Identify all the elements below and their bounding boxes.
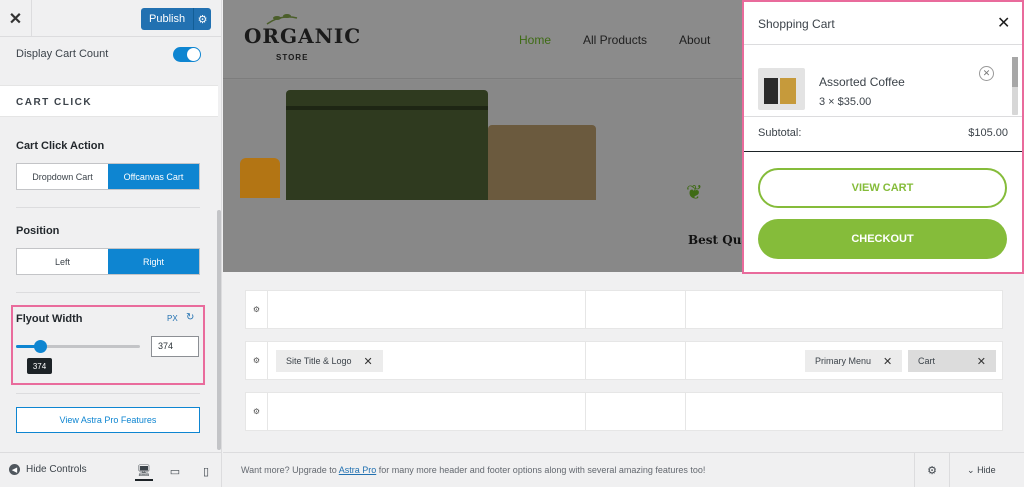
- builder-row-primary-header[interactable]: ⚙ Site Title & Logo ✕ Primary Menu ✕ Car…: [245, 341, 1003, 380]
- divider: [16, 393, 200, 394]
- column-divider: [685, 393, 686, 430]
- upsell-message: Want more? Upgrade to Astra Pro for many…: [241, 465, 705, 475]
- cart-scrollbar[interactable]: [1012, 57, 1018, 115]
- cart-chip[interactable]: Cart ✕: [908, 350, 996, 372]
- cart-click-action-label: Cart Click Action: [16, 140, 105, 152]
- product-bag-kraft-image: [488, 125, 596, 200]
- builder-settings-gear-icon[interactable]: ⚙: [914, 453, 950, 487]
- display-cart-count-label: Display Cart Count: [16, 48, 109, 60]
- panel-topbar: ✕ Publish ⚙: [0, 0, 221, 37]
- divider: [16, 292, 200, 293]
- customizer-panel: ✕ Publish ⚙ Display Cart Count CART CLIC…: [0, 0, 222, 452]
- cart-click-section-header: CART CLICK: [0, 85, 218, 117]
- hide-builder-label: Hide: [977, 465, 996, 475]
- product-jar-image: [240, 158, 280, 198]
- row-settings-gear-icon[interactable]: ⚙: [246, 342, 268, 379]
- chevron-down-icon: ⌄: [967, 465, 975, 475]
- position-left-option[interactable]: Left: [17, 249, 108, 274]
- close-customizer-button[interactable]: ✕: [0, 0, 32, 37]
- hide-controls-label: Hide Controls: [26, 464, 87, 475]
- column-divider: [685, 291, 686, 328]
- remove-chip-icon[interactable]: ✕: [364, 355, 373, 368]
- subtotal-value: $105.00: [968, 127, 1008, 139]
- nav-home[interactable]: Home: [519, 33, 551, 47]
- publish-settings-gear-icon[interactable]: ⚙: [193, 8, 211, 30]
- cart-item-quantity-price: 3 × $35.00: [819, 96, 872, 108]
- remove-chip-icon[interactable]: ✕: [883, 355, 892, 368]
- cart-click-action-group: Dropdown Cart Offcanvas Cart: [16, 163, 200, 190]
- builder-row-below-header[interactable]: ⚙: [245, 392, 1003, 431]
- view-astra-pro-features-button[interactable]: View Astra Pro Features: [16, 407, 200, 433]
- hero-heading: Best Qua: [688, 233, 750, 247]
- subtotal-label: Subtotal:: [758, 127, 802, 139]
- column-divider: [585, 393, 586, 430]
- flyout-width-slider-handle[interactable]: [34, 340, 47, 353]
- primary-menu-chip[interactable]: Primary Menu ✕: [805, 350, 903, 372]
- position-right-option[interactable]: Right: [108, 249, 199, 274]
- site-logo-subtitle: STORE: [276, 53, 309, 62]
- product-bag-green-image: [286, 90, 488, 200]
- unit-selector[interactable]: PX: [167, 314, 178, 323]
- site-title-logo-chip[interactable]: Site Title & Logo ✕: [276, 350, 383, 372]
- site-logo[interactable]: ORGANIC: [244, 24, 361, 48]
- row-settings-gear-icon[interactable]: ⚙: [246, 393, 268, 430]
- tablet-preview-icon[interactable]: ▭: [166, 461, 184, 481]
- subtotal-row: Subtotal: $105.00: [744, 116, 1022, 152]
- panel-scrollbar[interactable]: [217, 210, 221, 450]
- leaf-decoration-icon: ❦: [686, 182, 703, 204]
- builder-footer: Want more? Upgrade to Astra Pro for many…: [223, 452, 1024, 487]
- collapse-arrow-icon: ◀: [9, 464, 20, 475]
- flyout-width-input[interactable]: 374: [151, 336, 199, 357]
- position-group: Left Right: [16, 248, 200, 275]
- column-divider: [585, 342, 586, 379]
- offcanvas-cart-drawer: Shopping Cart ✕ Assorted Coffee 3 × $35.…: [742, 0, 1024, 274]
- row-settings-gear-icon[interactable]: ⚙: [246, 291, 268, 328]
- column-divider: [685, 342, 686, 379]
- builder-row-above-header[interactable]: ⚙: [245, 290, 1003, 329]
- hide-controls-button[interactable]: ◀ Hide Controls: [9, 464, 87, 475]
- view-cart-button[interactable]: VIEW CART: [758, 168, 1007, 208]
- desktop-preview-icon[interactable]: 🖥: [135, 461, 153, 481]
- chip-label: Cart: [918, 356, 936, 366]
- reset-icon[interactable]: ↻: [186, 312, 194, 323]
- dropdown-cart-option[interactable]: Dropdown Cart: [17, 164, 108, 189]
- checkout-button[interactable]: CHECKOUT: [758, 219, 1007, 259]
- remove-chip-icon[interactable]: ✕: [977, 355, 986, 368]
- panel-footer: ◀ Hide Controls 🖥 ▭ ▯: [0, 452, 222, 487]
- column-divider: [585, 291, 586, 328]
- offcanvas-cart-option[interactable]: Offcanvas Cart: [108, 164, 199, 189]
- publish-label: Publish: [149, 13, 186, 25]
- nav-about[interactable]: About: [679, 33, 710, 47]
- position-label: Position: [16, 225, 60, 237]
- mobile-preview-icon[interactable]: ▯: [197, 461, 215, 481]
- remove-item-icon[interactable]: ✕: [979, 66, 994, 81]
- close-cart-icon[interactable]: ✕: [997, 13, 1010, 33]
- hide-builder-button[interactable]: ⌄ Hide: [967, 465, 996, 476]
- product-thumbnail[interactable]: [758, 68, 805, 110]
- publish-button[interactable]: Publish ⚙: [141, 8, 211, 30]
- display-cart-count-toggle[interactable]: [173, 47, 201, 62]
- nav-all-products[interactable]: All Products: [583, 33, 647, 47]
- chip-label: Site Title & Logo: [286, 356, 352, 366]
- upsell-suffix: for many more header and footer options …: [376, 465, 706, 475]
- flyout-width-label: Flyout Width: [16, 313, 83, 325]
- chip-label: Primary Menu: [815, 356, 872, 366]
- slider-value-tooltip: 374: [27, 358, 52, 374]
- cart-item-name[interactable]: Assorted Coffee: [819, 75, 905, 89]
- divider: [16, 207, 200, 208]
- cart-title: Shopping Cart: [758, 17, 835, 31]
- cart-header: Shopping Cart ✕: [744, 2, 1022, 45]
- astra-pro-link[interactable]: Astra Pro: [339, 465, 377, 475]
- upsell-prefix: Want more? Upgrade to: [241, 465, 339, 475]
